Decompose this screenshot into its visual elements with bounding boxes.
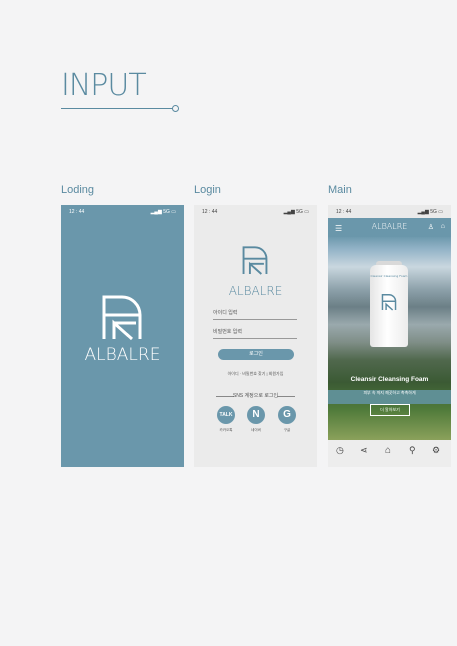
sns-label-naver: 네이버 [251, 428, 261, 432]
status-time: 12 : 44 [69, 209, 85, 215]
status-time: 12 : 44 [202, 209, 218, 215]
google-login-button[interactable]: G [278, 406, 296, 424]
status-signal: ▂▄▆ 5G ▭ [417, 209, 443, 215]
find-account-links[interactable]: 아이디 · 비밀번호 찾기 | 회원가입 [194, 371, 317, 377]
brand-name: ALBALRE [84, 345, 161, 365]
main-screen: 12 : 44 ▂▄▆ 5G ▭ ☰ ALBALRE ♙ ⌂ Cleansir … [328, 205, 451, 467]
home-icon[interactable]: ⌂ [385, 445, 391, 456]
status-signal: ▂▄▆ 5G ▭ [283, 209, 309, 215]
status-bar: 12 : 44 ▂▄▆ 5G ▭ [61, 205, 184, 218]
kakao-login-button[interactable]: TALK [217, 406, 235, 424]
id-input[interactable]: 아이디 입력 [213, 307, 297, 320]
login-button[interactable]: 로그인 [218, 349, 294, 360]
user-icon[interactable]: ♙ [428, 223, 434, 231]
brand-name: ALBALRE [228, 284, 283, 298]
sns-label-google: 구글 [283, 428, 291, 432]
bag-icon[interactable]: ⌂ [441, 223, 445, 230]
status-signal: ▂▄▆ 5G ▭ [150, 209, 176, 215]
login-screen: 12 : 44 ▂▄▆ 5G ▭ ALBALRE 아이디 입력 비밀번호 입력 … [194, 205, 317, 467]
screen-label-loading: Loding [61, 184, 95, 196]
share-icon[interactable]: ⋖ [360, 445, 368, 456]
tube-label: Cleansir Cleansing Foam [370, 274, 408, 278]
settings-icon[interactable]: ⚙ [432, 445, 440, 456]
clock-icon[interactable]: ◷ [336, 445, 344, 456]
title-underline-dot [172, 105, 179, 112]
albalre-logo-icon [242, 246, 268, 275]
screen-label-login: Login [194, 184, 221, 196]
naver-icon: N [252, 409, 260, 420]
page-title: INPUT [61, 68, 147, 103]
learn-more-button[interactable]: 더 알아보기 [370, 404, 410, 416]
search-icon[interactable]: ⚲ [409, 445, 416, 456]
kakao-icon: TALK [219, 412, 233, 418]
naver-login-button[interactable]: N [247, 406, 265, 424]
password-input[interactable]: 비밀번호 입력 [213, 326, 297, 339]
sns-login-title: SNS 계정으로 로그인 [232, 393, 279, 399]
albalre-logo-icon [381, 294, 397, 311]
product-description: 피부 속 까지 깨끗하고 촉촉하게 [363, 390, 416, 395]
loading-screen: 12 : 44 ▂▄▆ 5G ▭ ALBALRE [61, 205, 184, 467]
title-underline [61, 108, 173, 109]
google-icon: G [283, 409, 291, 420]
screen-label-main: Main [328, 184, 352, 196]
albalre-logo-icon [102, 295, 142, 341]
status-bar: 12 : 44 ▂▄▆ 5G ▭ [194, 205, 317, 218]
status-bar: 12 : 44 ▂▄▆ 5G ▭ [328, 205, 451, 218]
status-time: 12 : 44 [336, 209, 352, 215]
sns-label-kakao: 카카오톡 [219, 428, 233, 432]
product-name: Cleansir Cleansing Foam [350, 376, 429, 383]
